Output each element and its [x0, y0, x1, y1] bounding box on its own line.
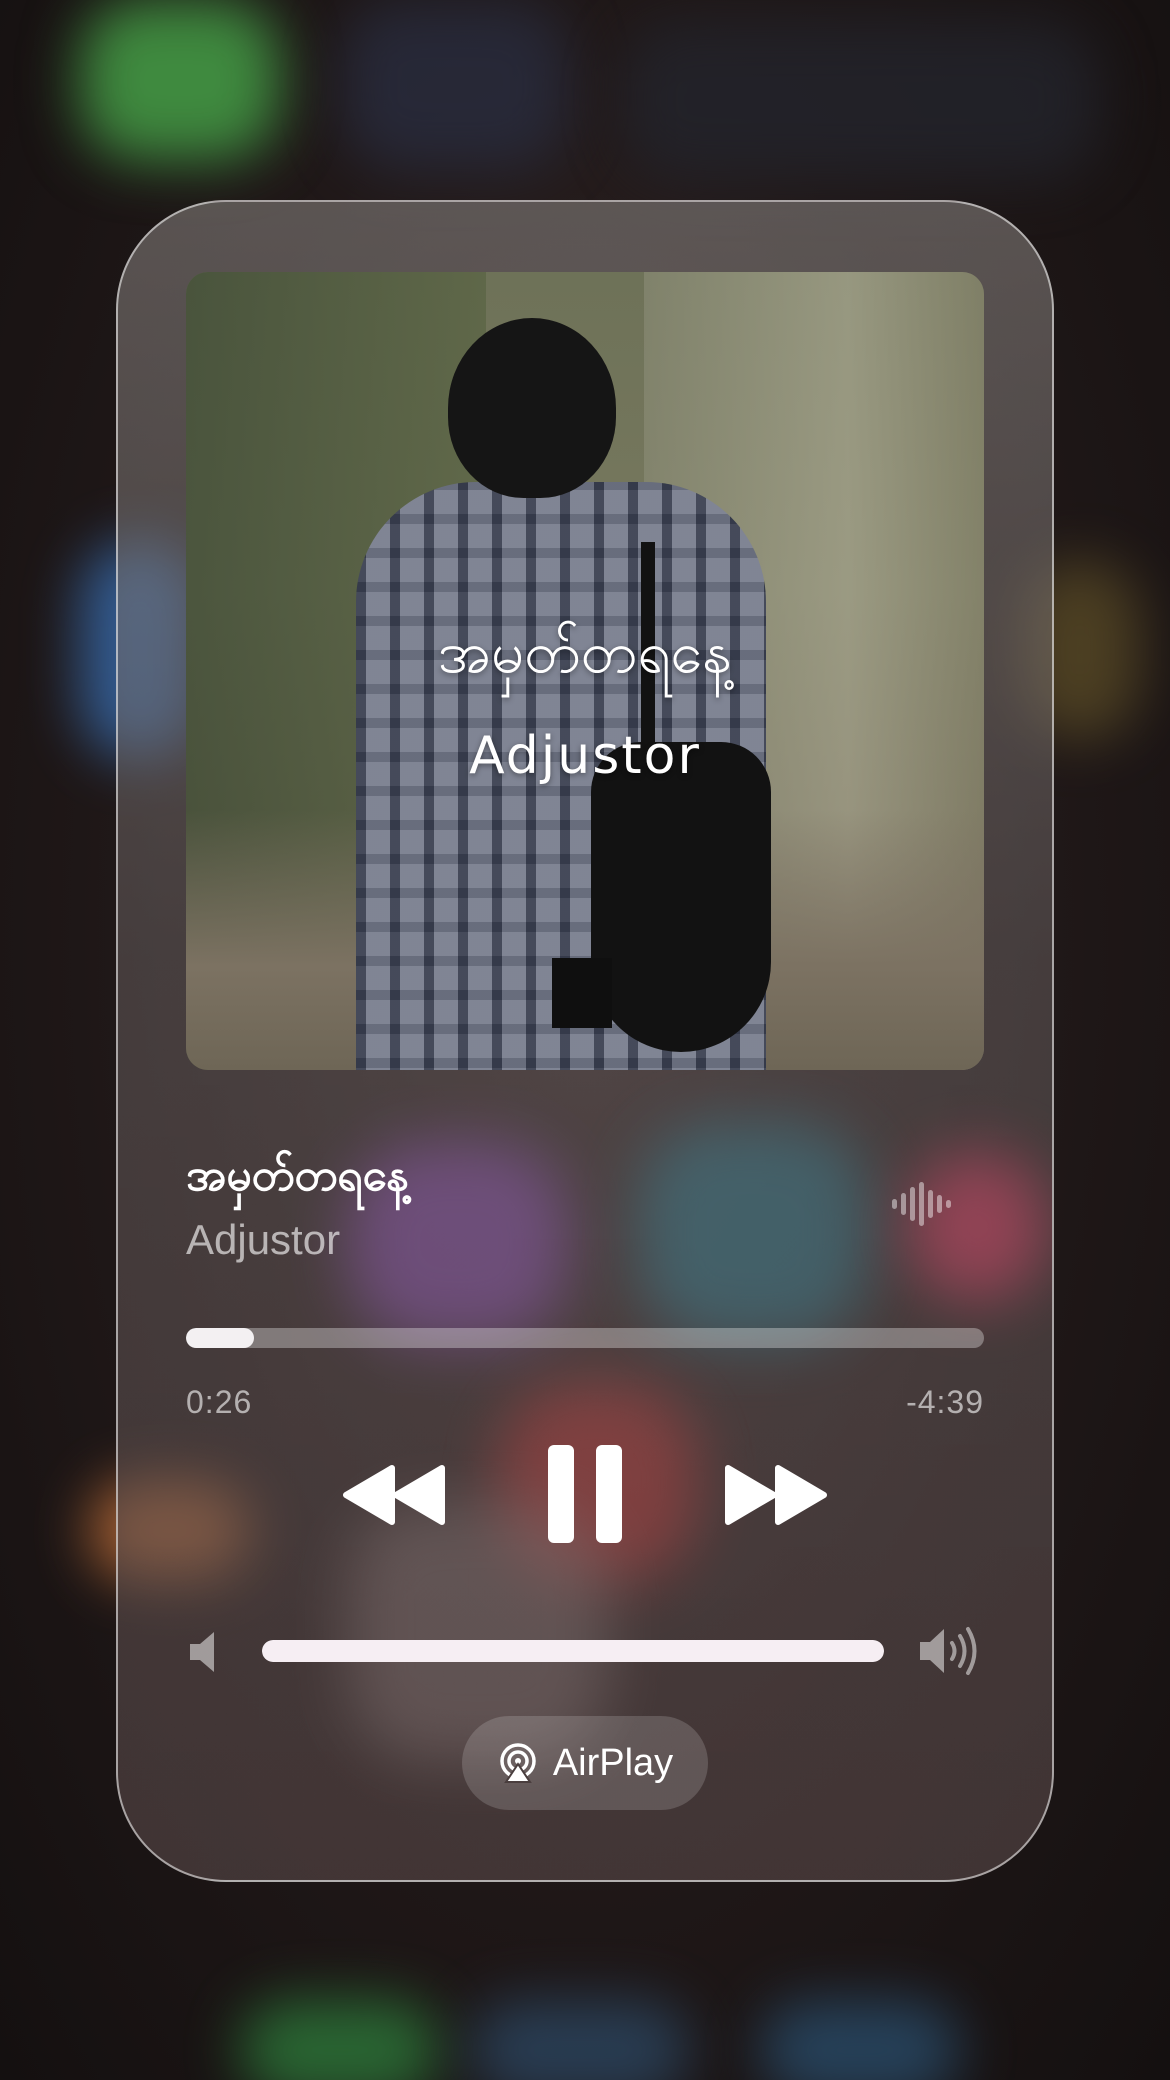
rewind-button[interactable] [334, 1456, 454, 1534]
volume-level-fill [262, 1640, 884, 1662]
artwork-logo [552, 958, 612, 1028]
speaker-low-icon [190, 1632, 214, 1672]
blurred-app-icon [80, 0, 280, 160]
speaker-high-icon [920, 1627, 977, 1675]
fast-forward-button[interactable] [716, 1456, 836, 1534]
blurred-app-icon [340, 0, 570, 170]
elapsed-time: 0:26 [186, 1384, 253, 1420]
waveform-icon [892, 1182, 951, 1226]
artwork-figure-head [448, 318, 616, 498]
rewind-icon [343, 1465, 445, 1525]
airplay-icon [500, 1743, 536, 1783]
playback-scrubber[interactable] [186, 1328, 984, 1348]
blurred-dock-icon [470, 2000, 690, 2080]
fast-forward-icon [725, 1465, 827, 1525]
blurred-background [638, 1122, 868, 1342]
artist-name[interactable]: Adjustor [186, 1216, 340, 1264]
airplay-button[interactable]: AirPlay [462, 1716, 708, 1810]
blurred-background [908, 1152, 1048, 1302]
song-title: အမှတ်တရနေ့ [186, 1150, 410, 1201]
blurred-dock-icon [240, 2000, 440, 2080]
blurred-dock-icon [760, 2000, 960, 2080]
airplay-label: AirPlay [552, 1741, 674, 1784]
blurred-widget [620, 20, 1100, 180]
pause-icon [548, 1445, 622, 1543]
artwork-title-text: အမှတ်တရနေ့ [437, 618, 733, 686]
remaining-time: -4:39 [906, 1384, 984, 1420]
playback-progress-fill [186, 1328, 254, 1348]
volume-slider[interactable] [262, 1640, 884, 1662]
artwork-artist-text: Adjustor [469, 726, 701, 786]
artwork-bag [591, 742, 771, 1052]
album-artwork[interactable]: အမှတ်တရနေ့ Adjustor [186, 272, 984, 1070]
pause-button[interactable] [540, 1440, 630, 1548]
